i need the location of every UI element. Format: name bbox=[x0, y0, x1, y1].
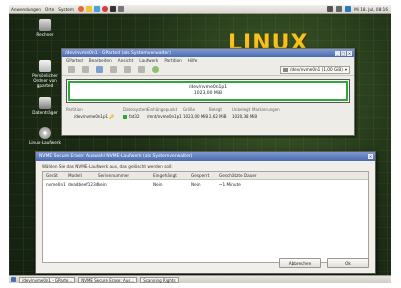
window-controls: _ □ × bbox=[335, 50, 354, 56]
menu-orte[interactable]: Orte bbox=[45, 7, 54, 12]
drive-icon bbox=[283, 67, 289, 72]
bottom-panel: /dev/nvme0n1 - GParte... NVME Secure Era… bbox=[9, 275, 391, 283]
menu-bearbeiten[interactable]: Bearbeiten bbox=[89, 58, 112, 63]
partition-table: Partition Dateisystem Einhängepunkt Größ… bbox=[62, 106, 354, 120]
gparted-menubar: GParted Bearbeiten Ansicht Laufwerk Part… bbox=[62, 57, 354, 64]
nvme-dialog-titlebar[interactable]: NVME Secure Erase: Auswahl NVME-Laufwerk… bbox=[36, 152, 375, 161]
computer-icon bbox=[39, 19, 51, 31]
delete-partition-icon[interactable] bbox=[82, 66, 89, 73]
launcher-icon-browser[interactable] bbox=[77, 6, 84, 12]
new-partition-icon[interactable] bbox=[68, 66, 75, 73]
table-header: Partition Dateisystem Einhängepunkt Größ… bbox=[66, 107, 280, 112]
undo-icon[interactable] bbox=[138, 66, 145, 73]
disc-icon bbox=[39, 127, 51, 139]
launcher-icon-terminal[interactable] bbox=[109, 6, 116, 12]
system-tray: Mi 18. Jul, 08:16 bbox=[327, 6, 391, 12]
home-folder-icon bbox=[39, 60, 51, 72]
chevron-down-icon: ▾ bbox=[344, 67, 347, 72]
menu-laufwerk[interactable]: Laufwerk bbox=[139, 58, 158, 63]
close-icon[interactable]: × bbox=[347, 50, 352, 56]
menu-ansicht[interactable]: Ansicht bbox=[118, 58, 133, 63]
gparted-title: /dev/nvme0n1 - GParted (als Systemverwal… bbox=[65, 50, 171, 56]
taskbar-item-gparted[interactable]: /dev/nvme0n1 - GParte... bbox=[19, 276, 76, 283]
desktop-icon-datentraeger[interactable]: Datenträger bbox=[25, 97, 65, 115]
taskbar-item-scanning-rights[interactable]: Scanning Rights bbox=[140, 276, 179, 283]
cancel-button[interactable]: Abbrechen bbox=[279, 258, 321, 268]
menu-partition[interactable]: Partition bbox=[164, 58, 181, 63]
close-icon[interactable]: × bbox=[368, 154, 373, 159]
network-icon[interactable] bbox=[327, 6, 334, 12]
copy-icon[interactable] bbox=[110, 66, 117, 73]
maximize-icon[interactable]: □ bbox=[341, 50, 346, 56]
user-icon[interactable] bbox=[345, 6, 352, 12]
partition-block[interactable]: /dev/nvme0n1p1 1023,00 MiB bbox=[68, 81, 348, 101]
desktop-icon-home[interactable]: Persönlicher Ordner von gparted bbox=[25, 60, 65, 88]
drive-icon bbox=[39, 97, 51, 109]
launcher-icon-mail[interactable] bbox=[85, 6, 92, 12]
dialog-title: NVME Secure Erase: Auswahl NVME-Laufwerk… bbox=[39, 154, 193, 159]
taskbar-item-nvme-dialog[interactable]: NVME Secure Erase: Aus... bbox=[78, 276, 138, 283]
list-item[interactable]: nvme0n1 deadbeef1234 kein Nein Nein ~1 M… bbox=[43, 180, 368, 188]
menu-anwendungen[interactable]: Anwendungen bbox=[11, 7, 41, 12]
launcher-icon-settings[interactable] bbox=[117, 6, 124, 12]
nvme-device-list: Gerät Modell Seriennummer Eingehängt Ges… bbox=[42, 171, 369, 263]
partition-visualization[interactable]: /dev/nvme0n1p1 1023,00 MiB bbox=[66, 79, 350, 103]
filesystem-color-swatch bbox=[123, 115, 127, 119]
menu-gparted[interactable]: GParted bbox=[66, 58, 83, 63]
nvme-erase-dialog: NVME Secure Erase: Auswahl NVME-Laufwerk… bbox=[35, 151, 376, 274]
paste-icon[interactable] bbox=[124, 66, 131, 73]
gparted-titlebar[interactable]: /dev/nvme0n1 - GParted (als Systemverwal… bbox=[62, 49, 354, 57]
apply-icon[interactable] bbox=[152, 66, 159, 73]
clock[interactable]: Mi 18. Jul, 08:16 bbox=[354, 7, 388, 12]
show-desktop-icon[interactable] bbox=[11, 277, 16, 282]
volume-icon[interactable] bbox=[336, 6, 343, 12]
top-panel: Anwendungen Orte System Mi 18. Jul, 08:1… bbox=[9, 5, 391, 14]
monitor-frame: Anwendungen Orte System Mi 18. Jul, 08:1… bbox=[0, 0, 401, 288]
desktop-icon-rechner[interactable]: Rechner bbox=[25, 19, 65, 37]
table-row[interactable]: /dev/nvme0n1p1 🔑 fat32 /mnt/nvme0n1p1 10… bbox=[66, 113, 350, 120]
gparted-window: /dev/nvme0n1 - GParted (als Systemverwal… bbox=[61, 48, 355, 136]
desktop-screen: Anwendungen Orte System Mi 18. Jul, 08:1… bbox=[9, 5, 391, 283]
desktop-icon-linux-laufwerk[interactable]: Linux-Laufwerk bbox=[25, 127, 65, 145]
ok-button[interactable]: Ok bbox=[327, 258, 369, 268]
window-controls: × bbox=[368, 154, 375, 159]
launcher-icon-files[interactable] bbox=[93, 6, 100, 12]
menu-system[interactable]: System bbox=[58, 7, 74, 12]
resize-move-icon[interactable] bbox=[96, 66, 103, 73]
launcher-icon-help[interactable] bbox=[101, 6, 108, 12]
minimize-icon[interactable]: _ bbox=[335, 50, 340, 56]
menu-hilfe[interactable]: Hilfe bbox=[188, 58, 198, 63]
device-selector[interactable]: /dev/nvme0n1 (1,00 GiB) ▾ bbox=[280, 65, 350, 74]
gparted-toolbar: /dev/nvme0n1 (1,00 GiB) ▾ bbox=[62, 64, 354, 76]
dialog-buttons: Abbrechen Ok bbox=[279, 258, 369, 268]
dialog-instruction: Wählen Sie das NVME-Laufwerk aus, das ge… bbox=[42, 164, 173, 169]
list-header: Gerät Modell Seriennummer Eingehängt Ges… bbox=[43, 172, 368, 180]
